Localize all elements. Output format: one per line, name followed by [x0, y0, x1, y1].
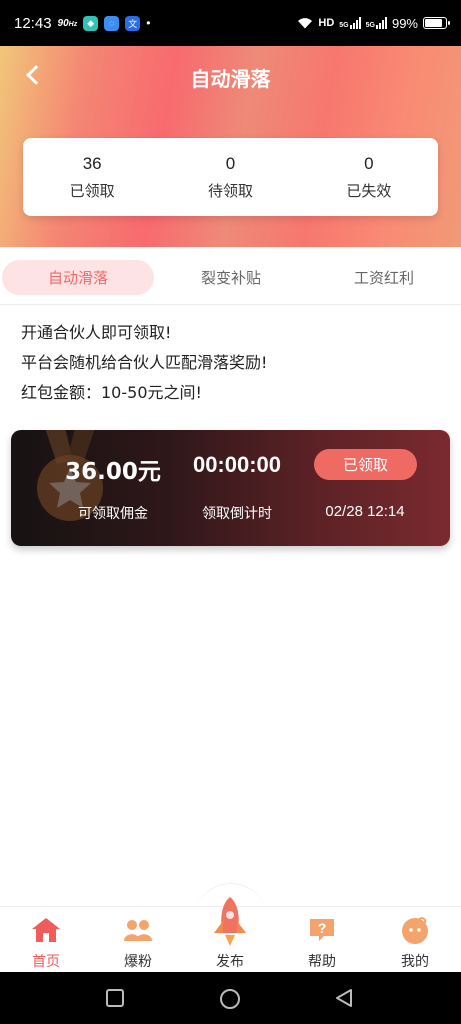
reward-date: 02/28 12:14	[325, 503, 405, 520]
home-icon	[32, 918, 60, 942]
stat-value: 36	[82, 153, 102, 173]
header: 自动滑落 36 已领取 0 待领取 0 已失效	[0, 46, 461, 247]
reward-amount-label: 可领取佣金	[78, 506, 148, 522]
chat-icon: ◌	[104, 15, 120, 31]
rocket-icon	[214, 897, 246, 946]
stat-pending: 0 待领取	[161, 138, 299, 216]
nav-label: 爆粉	[124, 954, 152, 970]
claimed-button[interactable]: 已领取	[314, 449, 417, 480]
stat-label: 已领取	[69, 181, 115, 200]
recent-apps-icon[interactable]	[105, 988, 125, 1008]
nav-help[interactable]: ? 帮助	[287, 907, 357, 973]
more-notifications-icon: •	[146, 16, 151, 30]
countdown-label: 领取倒计时	[202, 506, 272, 522]
reward-amount: 36.00元	[65, 459, 161, 485]
intro-line: 开通合伙人即可领取!	[21, 323, 172, 342]
stat-value: 0	[225, 153, 236, 173]
tab-bar: 自动滑落 裂变补贴 工资红利	[0, 248, 461, 305]
page-title: 自动滑落	[190, 67, 271, 91]
stat-claimed: 36 已领取	[23, 138, 161, 216]
profile-icon	[402, 917, 428, 944]
nav-profile[interactable]: 我的	[380, 907, 450, 973]
battery-level: 99%	[391, 15, 418, 31]
intro-text: 开通合伙人即可领取! 平台会随机给合伙人匹配滑落奖励! 红包金额：10-50元之…	[21, 318, 267, 408]
help-icon: ?	[310, 919, 334, 941]
nav-label: 我的	[401, 954, 429, 970]
nav-label: 帮助	[308, 954, 336, 970]
tab-salary-bonus[interactable]: 工资红利	[308, 260, 460, 295]
refresh-rate: 90Hz	[57, 17, 78, 29]
intro-line: 红包金额：10-50元之间!	[21, 383, 202, 402]
wifi-icon	[298, 18, 313, 29]
svg-text:?: ?	[318, 920, 327, 936]
nav-label: 发布	[216, 954, 244, 970]
stat-value: 0	[364, 153, 374, 173]
network-type: HD	[318, 17, 335, 29]
intro-line: 平台会随机给合伙人匹配滑落奖励!	[21, 353, 268, 372]
app-icon-1: ◆	[83, 15, 99, 31]
system-nav-bar	[0, 972, 461, 1024]
nav-home[interactable]: 首页	[11, 907, 81, 973]
home-circle-icon[interactable]	[219, 988, 241, 1010]
bottom-nav: 首页 爆粉 发布 ? 帮助 我的	[0, 897, 461, 973]
translate-icon: 文	[125, 15, 141, 31]
stats-card: 36 已领取 0 待领取 0 已失效	[23, 138, 438, 216]
nav-publish[interactable]: 发布	[195, 897, 265, 973]
stat-label: 待领取	[207, 181, 253, 200]
sim1-signal-icon: 5G	[339, 17, 361, 29]
users-icon	[124, 920, 152, 941]
nav-fans[interactable]: 爆粉	[103, 907, 173, 973]
countdown-timer: 00:00:00	[192, 452, 282, 477]
battery-icon	[423, 17, 450, 29]
stat-expired: 0 已失效	[300, 138, 438, 216]
sim2-signal-icon: 5G	[366, 17, 387, 29]
nav-label: 首页	[32, 954, 60, 970]
tab-auto-drop[interactable]: 自动滑落	[2, 260, 154, 295]
tab-fission-subsidy[interactable]: 裂变补贴	[155, 260, 307, 295]
status-time: 12:43	[14, 14, 52, 32]
stat-label: 已失效	[346, 181, 392, 200]
status-bar: 12:43 90Hz ◆ ◌ 文 • HD 5G 5G 99%	[0, 0, 461, 46]
back-triangle-icon[interactable]	[334, 988, 354, 1008]
reward-card: 36.00元 00:00:00 已领取 可领取佣金 领取倒计时 02/28 12…	[11, 430, 450, 546]
